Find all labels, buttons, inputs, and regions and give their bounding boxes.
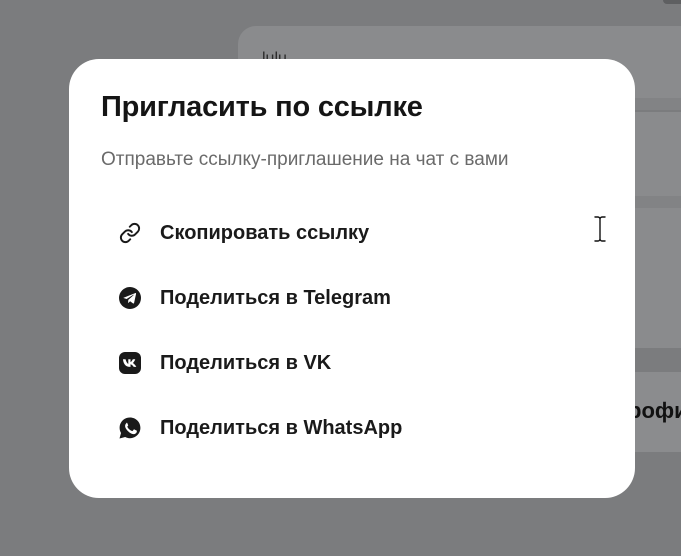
invite-modal: Пригласить по ссылке Отправьте ссылку-пр…: [69, 59, 635, 498]
copy-link-button[interactable]: Скопировать ссылку: [101, 209, 601, 257]
whatsapp-icon: [118, 416, 142, 440]
modal-subtitle: Отправьте ссылку-приглашение на чат с ва…: [101, 149, 509, 170]
share-telegram-label: Поделиться в Telegram: [160, 286, 391, 309]
background-corner-element: [663, 0, 681, 4]
background-profile-label: рофи: [628, 398, 681, 423]
share-vk-label: Поделиться в VK: [160, 351, 332, 374]
modal-title: Пригласить по ссылке: [101, 91, 423, 123]
text-cursor-icon: [593, 216, 607, 242]
share-telegram-button[interactable]: Поделиться в Telegram: [101, 274, 601, 322]
copy-link-label: Скопировать ссылку: [160, 221, 370, 244]
vk-icon: [118, 351, 142, 375]
share-whatsapp-label: Поделиться в WhatsApp: [160, 416, 403, 439]
telegram-icon: [118, 286, 142, 310]
share-whatsapp-button[interactable]: Поделиться в WhatsApp: [101, 404, 601, 452]
share-vk-button[interactable]: Поделиться в VK: [101, 339, 601, 387]
link-icon: [118, 221, 142, 245]
